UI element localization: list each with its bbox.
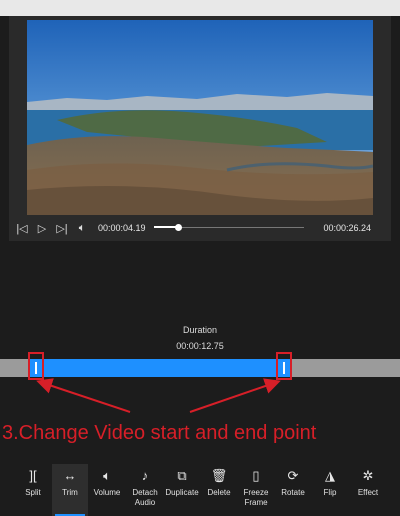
edit-toolbar: ][ Split ↔ Trim 🔈︎ Volume ♪ Detach Audio… [0,464,400,516]
current-time: 00:00:04.19 [98,223,146,233]
split-button[interactable]: ][ Split [14,464,52,516]
volume-icon[interactable]: 🔈︎ [72,222,92,235]
playback-controls: |◁ ▷ ▷| 🔈︎ 00:00:04.19 00:00:26.24 [12,217,388,239]
annotation-arrows [36,378,281,413]
detach-audio-icon: ♪ [141,468,149,483]
trim-button[interactable]: ↔ Trim [52,464,88,516]
duplicate-icon: ⧉ [177,468,187,483]
video-preview[interactable] [27,20,373,215]
rotate-icon: ⟳ [287,468,299,483]
arrow-to-start-handle [36,378,131,413]
volume-button[interactable]: 🔈︎ Volume [89,464,125,516]
freeze-frame-button[interactable]: ▯ Freeze Frame [237,464,275,516]
effect-icon: ✲ [362,468,374,483]
instruction-annotation: 3.Change Video start and end point [2,422,317,444]
delete-button[interactable]: 🗑︎ Delete [201,464,237,516]
seek-thumb[interactable] [174,224,182,231]
duration-value: 00:00:12.75 [176,341,224,351]
flip-icon: ◮ [325,468,335,483]
duration-label: Duration [182,325,218,335]
skip-forward-icon[interactable]: ▷| [52,222,72,235]
skip-back-icon[interactable]: |◁ [12,222,32,235]
seek-slider[interactable] [153,222,304,234]
trim-selected-range [30,359,292,377]
detach-audio-button[interactable]: ♪ Detach Audio [126,464,164,516]
landscape-frame-image [27,20,373,215]
arrow-to-end-handle [189,378,281,413]
duplicate-button[interactable]: ⧉ Duplicate [163,464,201,516]
title-strip [0,0,400,16]
volume-icon: 🔈︎ [103,468,111,483]
freeze-frame-icon: ▯ [252,468,260,483]
play-icon[interactable]: ▷ [32,222,52,235]
flip-button[interactable]: ◮ Flip [312,464,348,516]
effect-button[interactable]: ✲ Effect [349,464,387,516]
seek-progress [153,226,178,228]
delete-icon: 🗑︎ [210,468,228,483]
total-time: 00:00:26.24 [323,223,371,233]
split-icon: ][ [29,468,37,483]
trim-icon: ↔ [63,468,77,483]
rotate-button[interactable]: ⟳ Rotate [275,464,311,516]
